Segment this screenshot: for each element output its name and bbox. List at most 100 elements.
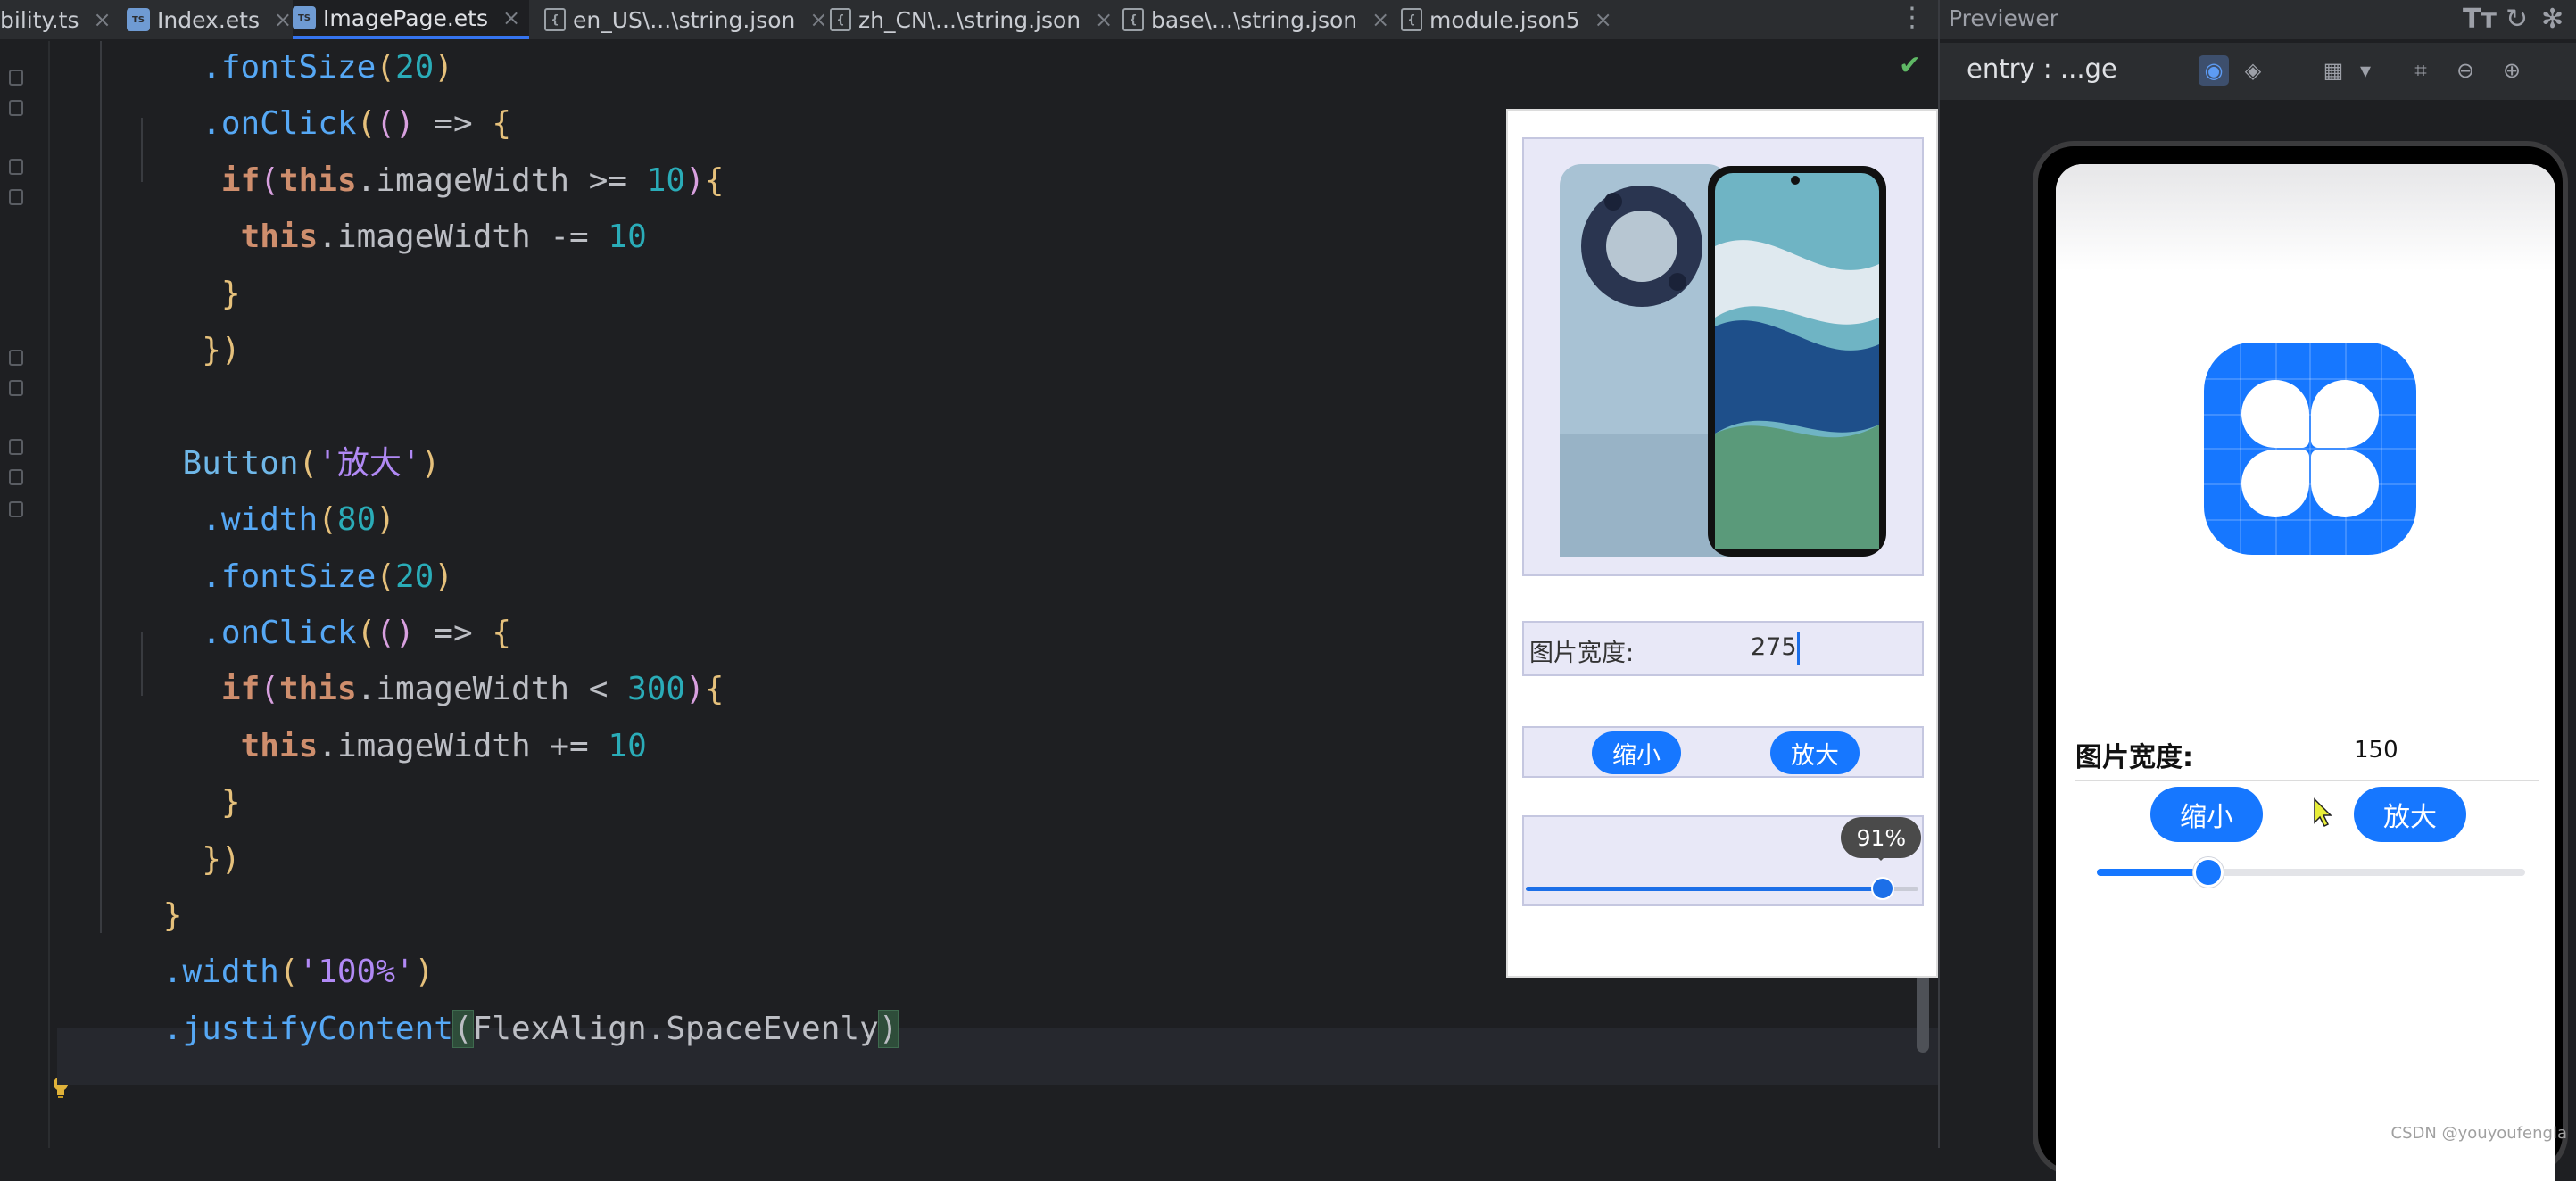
indent-guide — [141, 118, 143, 182]
app-icon — [2204, 343, 2416, 555]
crop-icon[interactable]: ⌗ — [2406, 55, 2436, 86]
code-line: } — [221, 776, 241, 830]
more-tabs-icon[interactable]: ⋮ — [1899, 2, 1926, 33]
eye-icon[interactable]: ◉ — [2199, 55, 2229, 86]
previewer-panel: Previewer Tт ↻ ✻ entry : ...ge ◉ ◈ ▦ ▾ ⌗… — [1938, 0, 2576, 1181]
screen-width-slider[interactable] — [2097, 857, 2525, 888]
json-file-icon: { — [544, 8, 566, 31]
tab-0[interactable]: bility.ts × — [0, 0, 120, 39]
fold-marker-icon[interactable] — [9, 70, 23, 86]
code-token: { — [492, 615, 512, 651]
close-tab-icon[interactable]: × — [1594, 7, 1612, 32]
chevron-down-icon[interactable]: ▾ — [2350, 55, 2381, 86]
fold-marker-icon[interactable] — [9, 100, 23, 116]
close-tab-icon[interactable]: × — [809, 7, 827, 32]
code-line: if(this.imageWidth < 300){ — [221, 663, 725, 716]
close-tab-icon[interactable]: × — [1371, 7, 1389, 32]
tab-6[interactable]: {module.json5 × — [1401, 0, 1621, 39]
tab-5[interactable]: { base\...\string.json × — [1122, 0, 1398, 39]
code-line: Button('放大') — [183, 437, 441, 491]
code-line: } — [221, 268, 241, 321]
close-tab-icon[interactable]: × — [94, 7, 112, 32]
image-width-input[interactable]: 275 — [1751, 633, 1797, 661]
code-token: if — [220, 671, 261, 708]
code-token: this — [278, 671, 357, 708]
code-line: if(this.imageWidth >= 10){ — [221, 154, 725, 208]
tab-label: base\...\string.json — [1151, 6, 1358, 33]
tab-4[interactable]: {zh_CN\...\string.json × — [830, 0, 1122, 39]
tab-label: bility.ts — [0, 6, 79, 33]
debug-icon[interactable]: ✻ — [2541, 4, 2564, 35]
close-tab-icon[interactable]: × — [502, 5, 520, 30]
slider-row: 91% — [1522, 815, 1924, 906]
close-tab-icon[interactable]: × — [1095, 7, 1113, 32]
fold-marker-icon[interactable] — [9, 159, 23, 175]
json-file-icon: { — [830, 8, 851, 31]
fold-marker-icon[interactable] — [9, 350, 23, 366]
phone-product-image — [1560, 164, 1886, 557]
entry-selector[interactable]: entry : ...ge — [1967, 54, 2117, 84]
code-token: ) — [685, 161, 705, 199]
slider-fill — [1526, 887, 1884, 891]
input-underline — [2075, 780, 2539, 781]
shrink-button[interactable]: 缩小 — [1592, 731, 1681, 774]
code-token: } — [220, 784, 241, 822]
screen-shrink-button[interactable]: 缩小 — [2150, 787, 2263, 842]
screen-slider-thumb[interactable] — [2192, 857, 2224, 888]
editor-scrollbar[interactable] — [1917, 972, 1929, 1053]
screen-enlarge-button[interactable]: 放大 — [2354, 787, 2466, 842]
code-token: 300 — [627, 671, 686, 708]
code-token: .imageWidth >= — [356, 161, 647, 199]
code-token: { — [492, 105, 512, 143]
indent-guide — [100, 41, 102, 933]
device-frame: 图片宽度: 150 缩小 放大 — [2033, 141, 2568, 1181]
code-token: this — [278, 161, 357, 199]
code-token: 20 — [394, 557, 435, 595]
layers-icon[interactable]: ◈ — [2238, 55, 2268, 86]
refresh-icon[interactable]: ↻ — [2506, 4, 2528, 35]
width-row: 图片宽度: 275 — [1522, 621, 1924, 676]
inspection-ok-icon[interactable]: ✔ — [1899, 50, 1921, 81]
font-size-icon[interactable]: Tт — [2463, 4, 2497, 35]
code-token: ( — [356, 105, 377, 143]
grid-view-icon[interactable]: ▦ — [2318, 55, 2348, 86]
enlarge-button[interactable]: 放大 — [1770, 731, 1860, 774]
editor-gutter — [0, 41, 68, 1148]
code-token: FlexAlign.SpaceEvenly — [472, 1010, 879, 1047]
component-preview-popup: 图片宽度: 275 缩小 放大 91% — [1506, 109, 1938, 978]
zoom-in-icon[interactable]: ⊕ — [2497, 55, 2527, 86]
tab-1[interactable]: TS Index.ets × — [127, 0, 301, 39]
code-token: .imageWidth += — [318, 727, 609, 764]
code-token: .onClick — [202, 105, 357, 143]
tab-3[interactable]: {en_US\...\string.json × — [544, 0, 837, 39]
code-token: 10 — [646, 161, 686, 199]
tab-label: Index.ets — [157, 6, 260, 33]
code-token: '放大' — [318, 444, 421, 482]
width-slider[interactable] — [1526, 877, 1918, 900]
code-token: ( — [451, 1009, 474, 1048]
code-token: ) — [420, 444, 441, 482]
fold-marker-icon[interactable] — [9, 189, 23, 205]
fold-marker-icon[interactable] — [9, 501, 23, 517]
screen-width-label: 图片宽度: — [2075, 742, 2193, 773]
code-token: .justifyContent — [162, 1010, 453, 1047]
code-token: () — [376, 105, 435, 143]
screen-width-input[interactable]: 150 — [2354, 737, 2398, 764]
code-line: .fontSize(20) — [202, 550, 453, 604]
watermark: CSDN @youyoufengla — [2390, 1124, 2567, 1143]
tab-2[interactable]: TS ImagePage.ets × — [293, 0, 530, 39]
zoom-out-icon[interactable]: ⊖ — [2450, 55, 2481, 86]
fold-marker-icon[interactable] — [9, 469, 23, 485]
code-token: if — [220, 161, 261, 199]
screen-slider-fill — [2097, 869, 2208, 876]
json-file-icon: { — [1122, 8, 1144, 31]
code-token: .fontSize — [202, 557, 377, 595]
fold-marker-icon[interactable] — [9, 439, 23, 455]
code-line: this.imageWidth += 10 — [241, 720, 647, 773]
slider-thumb[interactable] — [1871, 877, 1895, 900]
slider-tooltip: 91% — [1841, 817, 1922, 861]
previewer-header: Previewer Tт ↻ ✻ — [1940, 0, 2576, 39]
code-token: } — [162, 897, 183, 934]
close-tab-icon[interactable]: × — [274, 7, 292, 32]
fold-marker-icon[interactable] — [9, 380, 23, 396]
